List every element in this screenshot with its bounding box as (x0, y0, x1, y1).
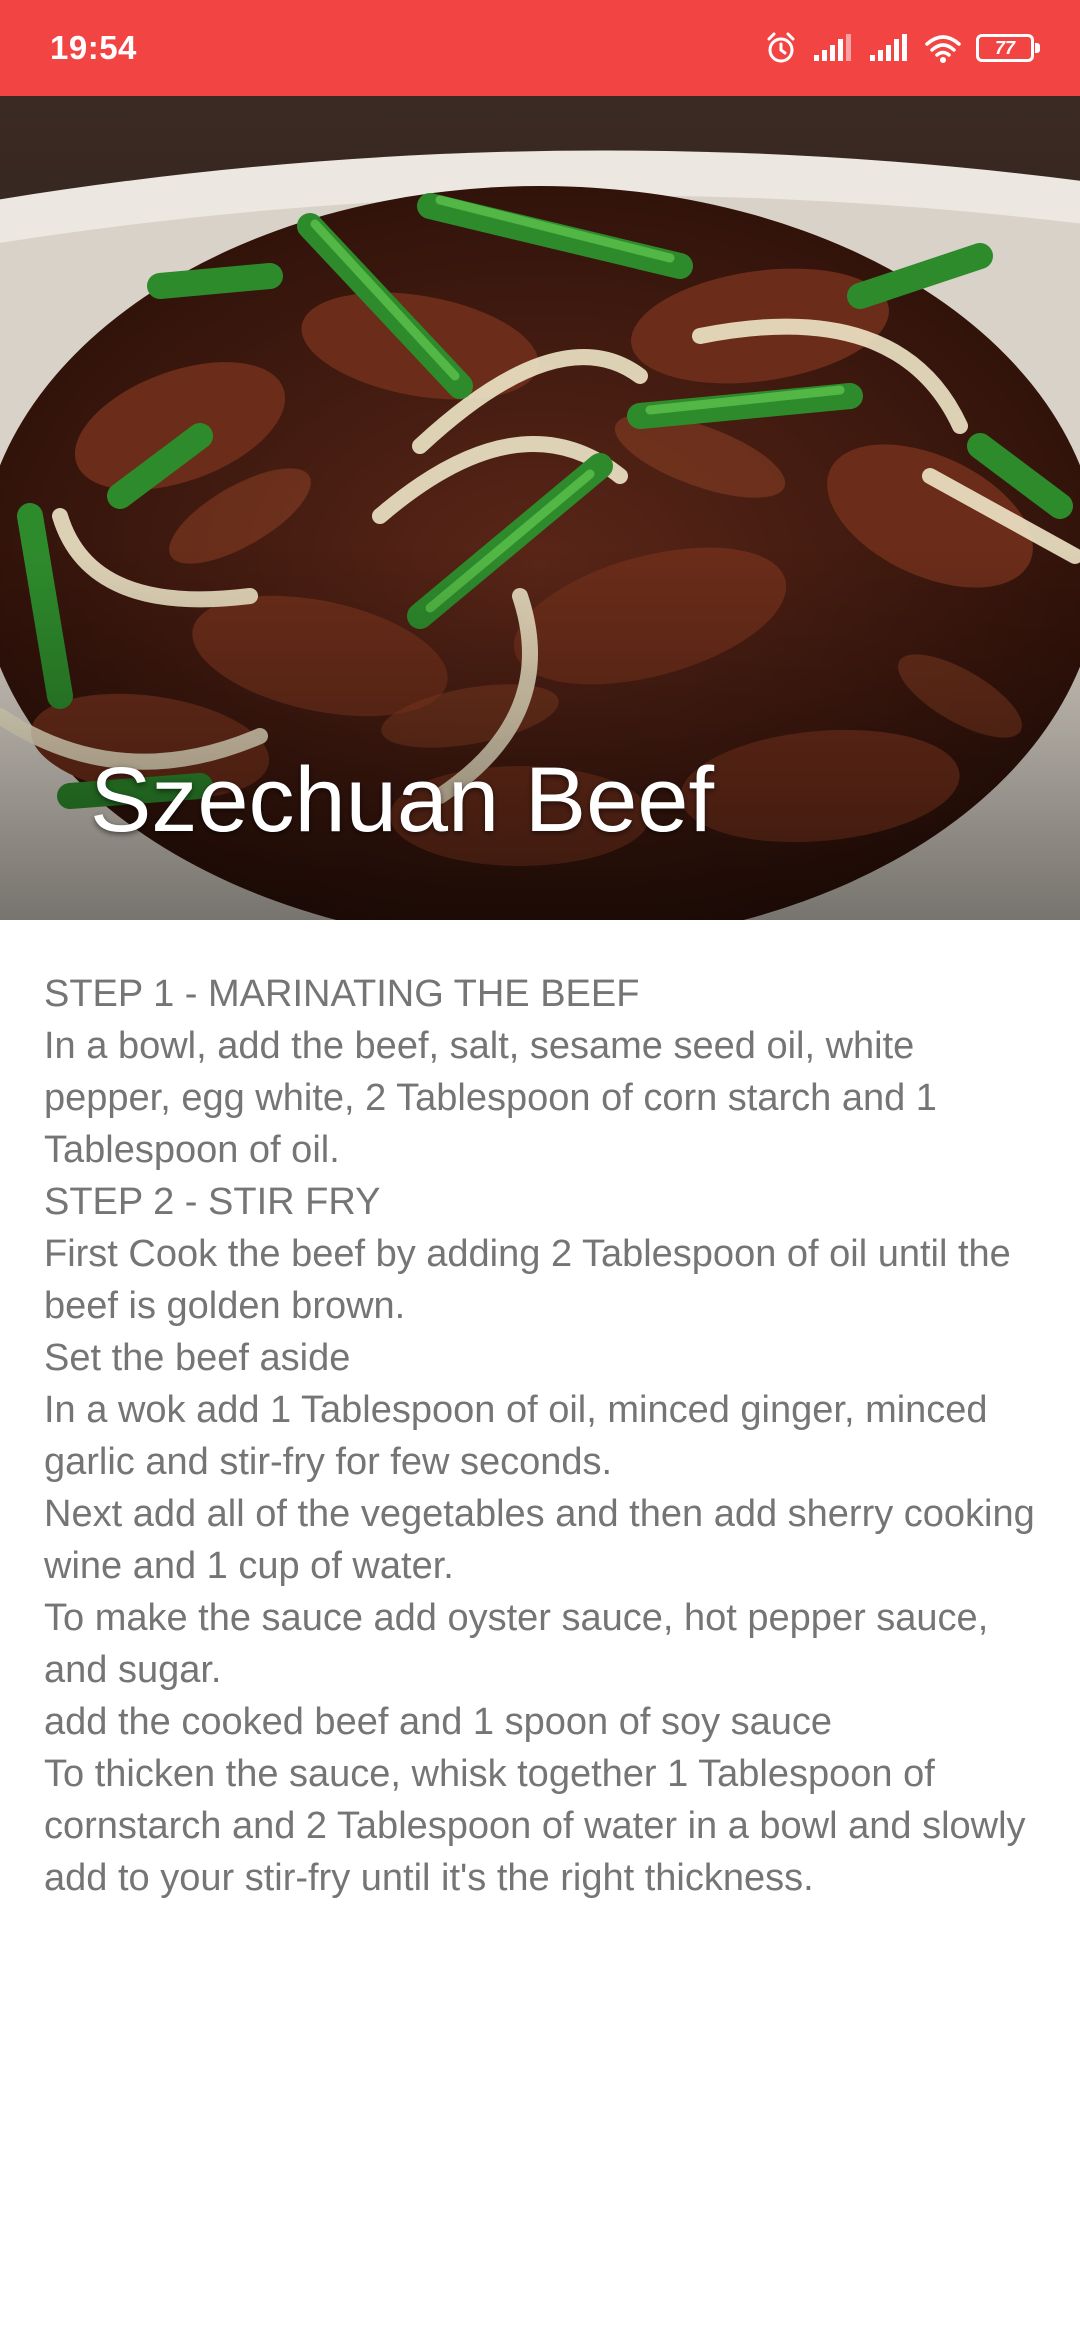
recipe-line: Set the beef aside (44, 1337, 351, 1379)
alarm-icon (764, 31, 798, 65)
recipe-line: To thicken the sauce, whisk together 1 T… (44, 1753, 1026, 1899)
recipe-line: To make the sauce add oyster sauce, hot … (44, 1597, 989, 1691)
recipe-hero-image: Szechuan Beef (0, 96, 1080, 920)
battery-icon: 77 (976, 34, 1040, 62)
recipe-line: STEP 1 - MARINATING THE BEEF (44, 973, 640, 1015)
recipe-line: First Cook the beef by adding 2 Tablespo… (44, 1233, 1011, 1327)
status-icons: 77 (764, 31, 1040, 65)
signal-icon (868, 33, 910, 63)
signal-icon (812, 33, 854, 63)
wifi-icon (924, 33, 962, 63)
recipe-steps: STEP 1 - MARINATING THE BEEF In a bowl, … (44, 968, 1044, 1904)
recipe-line: STEP 2 - STIR FRY (44, 1181, 381, 1223)
recipe-line: In a wok add 1 Tablespoon of oil, minced… (44, 1389, 988, 1483)
battery-level: 77 (976, 34, 1034, 62)
recipe-line: Next add all of the vegetables and then … (44, 1493, 1035, 1587)
recipe-line: add the cooked beef and 1 spoon of soy s… (44, 1701, 833, 1743)
recipe-line: In a bowl, add the beef, salt, sesame se… (44, 1025, 937, 1171)
status-bar: 19:54 77 (0, 0, 1080, 96)
status-time: 19:54 (50, 29, 137, 66)
recipe-title: Szechuan Beef (90, 749, 715, 851)
